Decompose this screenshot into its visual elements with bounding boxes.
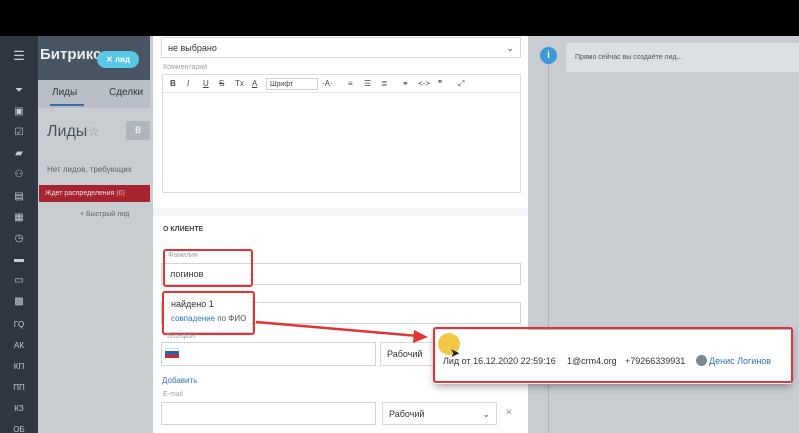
result-highlight xyxy=(433,327,793,383)
screen: ☰ ⏷ ▣ ☑ ▰ ⚇ ▤ ▦ ◷ ▬ ▭ ▩ ГQ АК КП ПП КЗ О… xyxy=(0,0,799,433)
